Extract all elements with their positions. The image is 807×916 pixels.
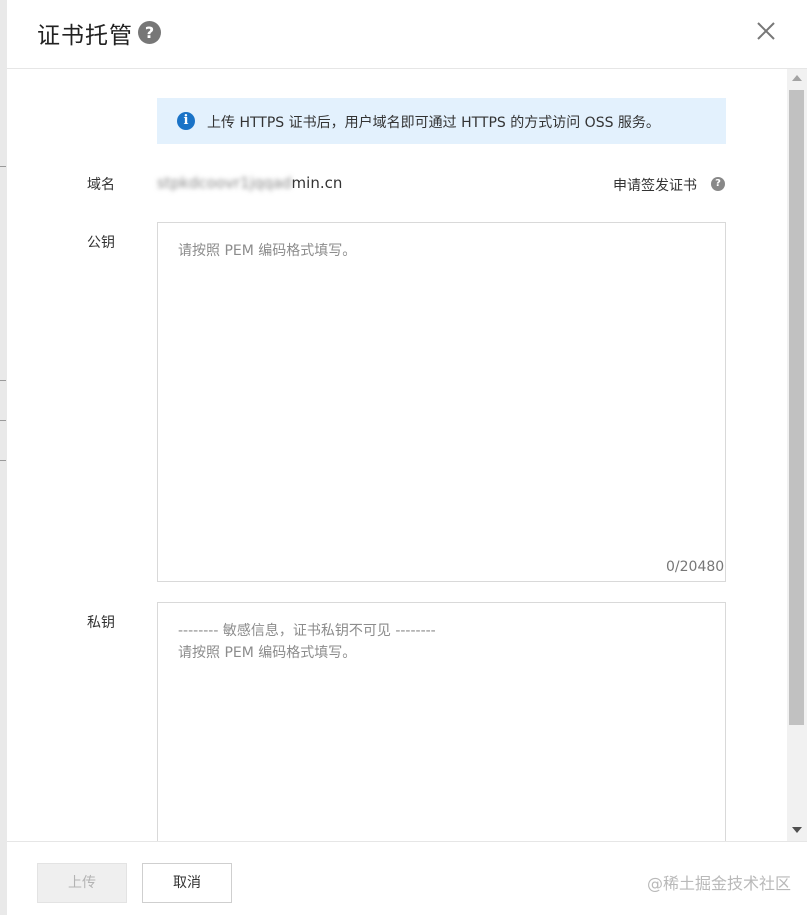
scroll-down-arrow-icon[interactable]: [792, 827, 802, 833]
scrollbar-thumb[interactable]: [789, 90, 804, 725]
help-icon-small[interactable]: ?: [711, 177, 725, 191]
apply-certificate-link[interactable]: 申请签发证书: [613, 175, 697, 195]
scroll-up-arrow-icon[interactable]: [792, 75, 802, 81]
public-key-input[interactable]: [157, 222, 726, 582]
info-icon: i: [177, 112, 195, 130]
upload-button[interactable]: 上传: [37, 863, 127, 903]
private-key-input[interactable]: [157, 602, 726, 862]
private-key-label: 私钥: [87, 615, 115, 631]
dialog-title: 证书托管: [37, 23, 133, 49]
certificate-hosting-dialog: 证书托管 ? i 上传 HTTPS 证书后，用户域名即可通过 HTTPS 的方式…: [7, 0, 807, 916]
domain-value-obscured: stpkdcoovr1jqqad: [157, 174, 292, 192]
close-icon[interactable]: [755, 20, 777, 42]
dialog-header: 证书托管 ?: [7, 0, 807, 69]
watermark: @稀土掘金技术社区: [647, 874, 792, 893]
public-key-char-counter: 0/20480: [666, 559, 725, 575]
help-icon[interactable]: ?: [138, 21, 161, 44]
cancel-button[interactable]: 取消: [142, 863, 232, 903]
domain-label: 域名: [87, 177, 115, 193]
public-key-label: 公钥: [87, 235, 115, 251]
dialog-footer: 上传 取消 @稀土掘金技术社区: [7, 841, 807, 916]
info-notice-text: 上传 HTTPS 证书后，用户域名即可通过 HTTPS 的方式访问 OSS 服务…: [207, 115, 660, 131]
info-notice: i 上传 HTTPS 证书后，用户域名即可通过 HTTPS 的方式访问 OSS …: [157, 98, 726, 144]
domain-value: stpkdcoovr1jqqadmin.cn: [157, 174, 342, 192]
dialog-scrollbar[interactable]: [787, 69, 807, 841]
domain-value-suffix: min.cn: [291, 174, 343, 192]
